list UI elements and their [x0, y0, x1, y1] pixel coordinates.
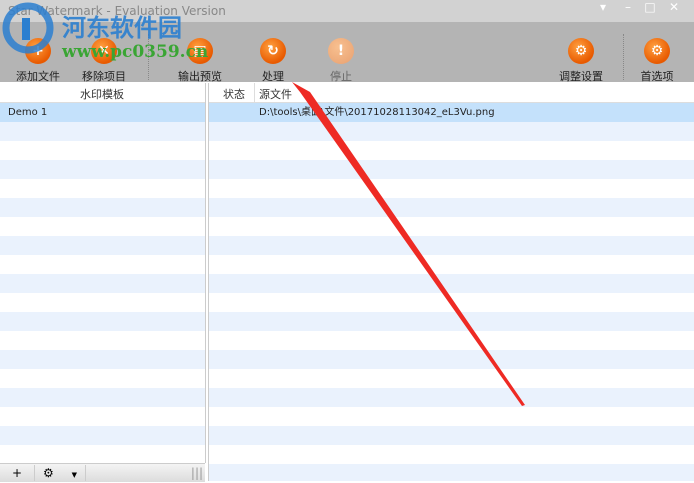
output-preview-button[interactable]: ▤ 输出预览 — [165, 38, 235, 84]
template-header[interactable]: 水印模板 — [0, 83, 205, 103]
file-list-header: 状态 源文件 — [209, 83, 694, 103]
process-button[interactable]: ↻ 处理 — [238, 38, 308, 84]
toolbar-separator — [148, 34, 149, 80]
settings-icon: ⚙ — [568, 38, 594, 64]
adjust-settings-button[interactable]: ⚙ 调整设置 — [546, 38, 616, 84]
template-toolbar: + ⚙ ▼ ||| — [0, 463, 205, 482]
stop-button[interactable]: ! 停止 — [306, 38, 376, 84]
window-title: Star Watermark - Evaluation Version — [8, 4, 226, 18]
title-bar: Star Watermark - Evaluation Version ▾ – … — [0, 0, 694, 22]
preferences-icon: ⚙ — [644, 38, 670, 64]
maximize-button[interactable]: □ — [640, 0, 660, 14]
template-item[interactable]: Demo 1 — [0, 103, 205, 122]
stop-icon: ! — [328, 38, 354, 64]
minimize-button[interactable]: – — [618, 0, 638, 14]
add-file-icon: + — [25, 38, 51, 64]
remove-item-button[interactable]: ✕ 移除项目 — [69, 38, 139, 84]
toolbar: + 添加文件 ✕ 移除项目 ▤ 输出预览 ↻ 处理 ! 停止 ⚙ 调整设置 ⚙ 首选项 — [0, 22, 694, 84]
column-status[interactable]: 状态 — [223, 86, 245, 102]
preferences-button[interactable]: ⚙ 首选项 — [622, 38, 692, 84]
remove-icon: ✕ — [91, 38, 117, 64]
template-options-button[interactable]: ⚙ ▼ — [35, 465, 86, 481]
file-list: 状态 源文件 D:\tools\桌面\文件\20171028113042_eL3… — [208, 83, 694, 481]
preview-icon: ▤ — [187, 38, 213, 64]
process-icon: ↻ — [260, 38, 286, 64]
add-template-button[interactable]: + — [0, 465, 35, 481]
file-row[interactable]: D:\tools\桌面\文件\20171028113042_eL3Vu.png — [209, 103, 694, 122]
close-button[interactable]: ✕ — [664, 0, 684, 14]
column-source[interactable]: 源文件 — [259, 86, 292, 102]
pin-icon[interactable]: ▾ — [593, 0, 613, 14]
add-file-button[interactable]: + 添加文件 — [3, 38, 73, 84]
template-panel: 水印模板 Demo 1 — [0, 83, 206, 463]
resize-grip-icon[interactable]: ||| — [190, 465, 204, 481]
